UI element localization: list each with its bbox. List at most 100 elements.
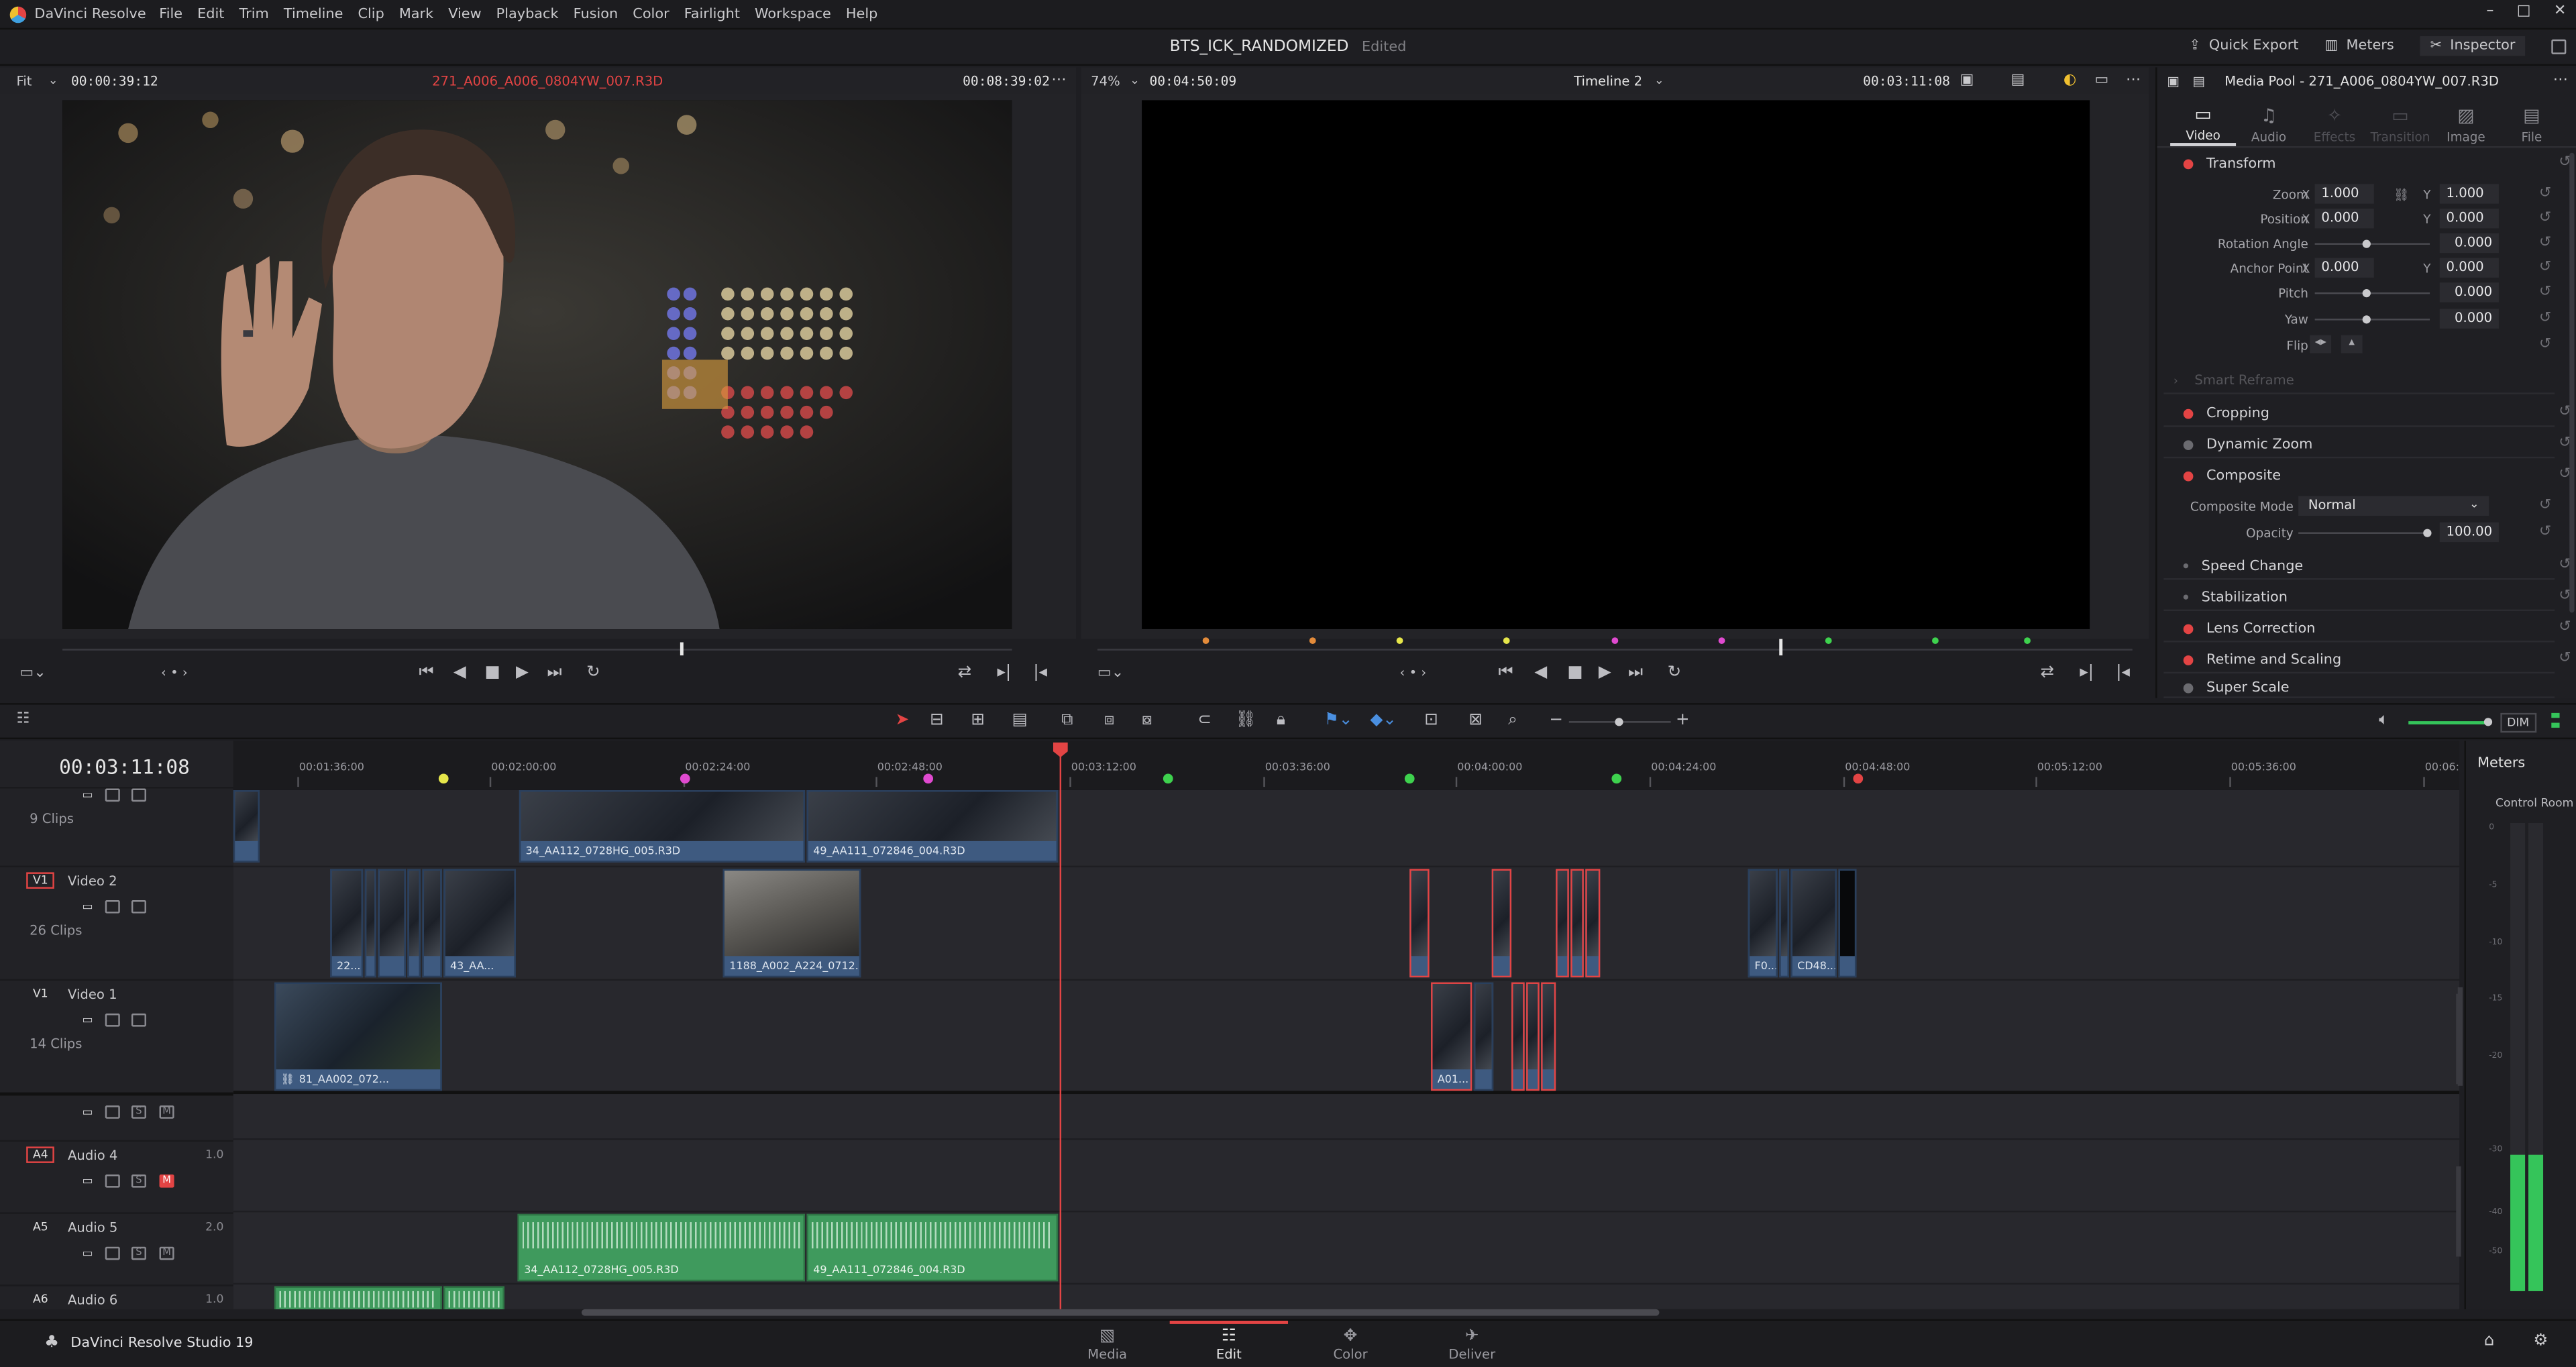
slider-knob[interactable] bbox=[1615, 718, 1623, 726]
timeline-clip[interactable] bbox=[378, 869, 406, 978]
audio-clip[interactable] bbox=[443, 1286, 504, 1309]
audio-clip[interactable]: 34_AA112_0728HG_005.R3D bbox=[517, 1213, 806, 1282]
more-options-icon[interactable]: ⋯ bbox=[2126, 72, 2141, 89]
track-lock-icon[interactable]: ▭ bbox=[82, 789, 93, 802]
timeline-clip[interactable] bbox=[1541, 982, 1556, 1091]
transform-section[interactable]: Transform ↺ bbox=[2163, 151, 2571, 177]
opacity-field[interactable]: 100.00 bbox=[2439, 522, 2499, 543]
reverse-play-icon[interactable]: ◀ bbox=[453, 663, 466, 681]
opacity-slider[interactable] bbox=[2298, 529, 2432, 537]
timeline-zoom-slider[interactable] bbox=[1568, 718, 1671, 726]
go-to-end-icon[interactable]: ⏭ bbox=[547, 663, 562, 681]
timeline-marker-pink[interactable] bbox=[923, 773, 934, 784]
viewer-layout-icon[interactable]: ▭⌄ bbox=[19, 665, 46, 681]
tab-image[interactable]: ▨ Image bbox=[2433, 98, 2499, 144]
link-icon[interactable]: ⛓ bbox=[2394, 187, 2409, 202]
zoom-custom-icon[interactable]: ⌕ bbox=[1508, 711, 1517, 729]
rotation-slider[interactable] bbox=[2314, 239, 2430, 248]
selection-tool-icon[interactable]: ➤ bbox=[896, 711, 910, 729]
timeline-clip[interactable]: CD48... bbox=[1790, 869, 1837, 978]
track-id-v2[interactable]: V1 bbox=[26, 872, 55, 889]
pitch-field[interactable]: 0.000 bbox=[2439, 282, 2499, 303]
tracks-scrollbar[interactable] bbox=[2456, 993, 2461, 1085]
home-icon[interactable]: ⌂ bbox=[2484, 1332, 2495, 1350]
menu-fusion[interactable]: Fusion bbox=[574, 6, 619, 22]
menu-help[interactable]: Help bbox=[846, 6, 877, 22]
slider-knob[interactable] bbox=[2362, 315, 2371, 324]
source-timecode[interactable]: 00:00:39:12 bbox=[71, 73, 158, 88]
enable-dot[interactable] bbox=[2183, 563, 2189, 569]
track-auto-select-icon[interactable] bbox=[105, 1174, 120, 1188]
enable-dot[interactable] bbox=[2183, 623, 2194, 634]
reset-icon[interactable]: ↺ bbox=[2559, 651, 2571, 667]
solo-button[interactable]: S bbox=[131, 1246, 146, 1260]
timeline-marker-green[interactable] bbox=[1404, 773, 1415, 784]
slider-knob[interactable] bbox=[2423, 529, 2432, 537]
timeline-marker-pink[interactable] bbox=[680, 773, 690, 784]
timeline-zoom-dropdown[interactable]: 74% bbox=[1091, 73, 1120, 88]
speed-change-section[interactable]: Speed Change ↺ bbox=[2163, 553, 2571, 580]
menu-timeline[interactable]: Timeline bbox=[284, 6, 343, 22]
blade-tool-icon[interactable]: ▤ bbox=[1012, 711, 1028, 729]
stop-icon[interactable]: ■ bbox=[484, 663, 500, 681]
zoom-in-icon[interactable]: + bbox=[1676, 711, 1690, 729]
track-lock-icon[interactable]: ▭ bbox=[82, 900, 93, 914]
timeline-clip[interactable]: 43_AA... bbox=[443, 869, 516, 978]
timeline-scrub-bar[interactable] bbox=[1097, 649, 2133, 651]
track-id-a5[interactable]: A5 bbox=[26, 1219, 54, 1235]
overwrite-clip-icon[interactable]: ⧈ bbox=[1104, 711, 1115, 729]
jog-control[interactable]: ‹ • › bbox=[1400, 665, 1427, 680]
timeline-video-frame[interactable] bbox=[1142, 100, 2090, 629]
timeline-timecode[interactable]: 00:03:11:08 bbox=[59, 756, 190, 779]
track-visibility-icon[interactable] bbox=[131, 1014, 146, 1027]
track-visibility-icon[interactable] bbox=[131, 788, 146, 802]
timeline-clip[interactable]: 49_AA111_072846_004.R3D bbox=[806, 789, 1059, 863]
inspector-scrollbar[interactable] bbox=[2569, 152, 2575, 613]
inspector-options-icon[interactable]: ▤ bbox=[2192, 73, 2205, 88]
menu-workspace[interactable]: Workspace bbox=[755, 6, 831, 22]
page-edit[interactable]: ☷ Edit bbox=[1169, 1320, 1289, 1362]
meters-button[interactable]: ▥ Meters bbox=[2325, 38, 2394, 54]
timeline-clip[interactable] bbox=[1779, 869, 1789, 978]
insert-clip-icon[interactable]: ⧉ bbox=[1061, 711, 1073, 729]
timeline-tracks[interactable]: 34_AA112_0728HG_005.R3D 49_AA111_072846_… bbox=[233, 789, 2460, 1309]
track-visibility-icon[interactable] bbox=[131, 900, 146, 914]
marker-orange[interactable] bbox=[1309, 637, 1316, 645]
timeline-clip[interactable] bbox=[1570, 869, 1584, 978]
timeline-marker-green[interactable] bbox=[1163, 773, 1173, 784]
track-auto-select-icon[interactable] bbox=[105, 788, 120, 802]
source-playhead[interactable] bbox=[680, 642, 684, 656]
playhead-line[interactable] bbox=[1059, 789, 1062, 1309]
tab-transition[interactable]: ▭ Transition bbox=[2367, 98, 2433, 144]
timeline-horizontal-scrollbar[interactable] bbox=[581, 1309, 1660, 1316]
timeline-clip[interactable]: 1188_A002_A224_0712... bbox=[722, 869, 861, 978]
reset-icon[interactable]: ↺ bbox=[2539, 186, 2551, 202]
timeline-clip[interactable] bbox=[1556, 869, 1569, 978]
track-name-a5[interactable]: Audio 5 bbox=[68, 1219, 117, 1234]
enable-dot[interactable] bbox=[2183, 682, 2194, 693]
cropping-section[interactable]: Cropping ↺ bbox=[2163, 401, 2571, 427]
menu-color[interactable]: Color bbox=[633, 6, 669, 22]
close-icon[interactable]: ✕ bbox=[2554, 3, 2566, 19]
reset-icon[interactable]: ↺ bbox=[2539, 498, 2551, 514]
retime-scaling-section[interactable]: Retime and Scaling ↺ bbox=[2163, 647, 2571, 674]
jog-control[interactable]: ‹ • › bbox=[161, 665, 188, 680]
zoom-y-field[interactable]: 1.000 bbox=[2439, 184, 2499, 204]
mark-in-icon[interactable]: |◂ bbox=[1033, 663, 1047, 681]
go-to-start-icon[interactable]: ⏮ bbox=[419, 663, 433, 681]
mute-button[interactable]: M bbox=[159, 1105, 174, 1119]
solo-button[interactable]: S bbox=[131, 1105, 146, 1119]
match-frame-icon[interactable]: ⇄ bbox=[958, 663, 972, 681]
track-id-v1[interactable]: V1 bbox=[26, 985, 54, 1001]
track-id-a6[interactable]: A6 bbox=[26, 1291, 54, 1307]
timeline-marker-red[interactable] bbox=[1853, 773, 1864, 784]
timeline-clip[interactable] bbox=[1838, 869, 1857, 978]
slider-knob[interactable] bbox=[2483, 718, 2493, 726]
timeline-clip[interactable]: F0... bbox=[1748, 869, 1778, 978]
zoom-out-icon[interactable]: − bbox=[1549, 711, 1563, 729]
page-color[interactable]: ✥ Color bbox=[1291, 1321, 1409, 1362]
timeline-clip[interactable] bbox=[233, 789, 260, 863]
menu-mark[interactable]: Mark bbox=[399, 6, 433, 22]
super-scale-section[interactable]: Super Scale bbox=[2163, 678, 2555, 698]
track-lock-icon[interactable]: ▭ bbox=[82, 1247, 93, 1260]
